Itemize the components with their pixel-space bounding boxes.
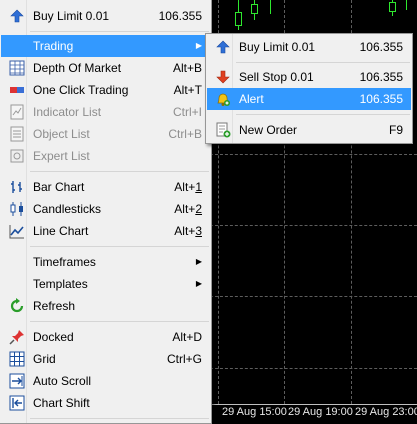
menu-item-templates[interactable]: Templates ▶ <box>1 273 210 295</box>
separator <box>236 114 410 115</box>
candle-body <box>235 12 242 26</box>
submenu-arrow-icon: ▶ <box>195 41 202 50</box>
menu-item-price: 106.355 <box>359 40 403 54</box>
menu-item-shortcut: Ctrl+I <box>172 105 202 119</box>
menu-item-shortcut: Alt+1 <box>174 180 202 194</box>
menu-item-label: Alert <box>239 92 264 106</box>
menu-item-label: Chart Shift <box>33 396 90 410</box>
separator <box>30 31 209 32</box>
separator <box>30 418 209 419</box>
menu-item-label: Candlesticks <box>33 202 102 216</box>
menu-item-label: Indicator List <box>33 105 102 119</box>
menu-item-docked[interactable]: Docked Alt+D <box>1 326 210 348</box>
new-order-icon <box>216 122 231 138</box>
menu-item-trading[interactable]: Trading ▶ <box>1 35 210 57</box>
menu-item-label: Depth Of Market <box>33 61 122 75</box>
menu-item-grid[interactable]: Grid Ctrl+G <box>1 348 210 370</box>
grid-line <box>210 225 417 226</box>
time-label: 29 Aug 19:00 <box>288 406 353 418</box>
menu-item-price: 106.355 <box>359 92 403 106</box>
menu-item-price: 106.355 <box>158 9 202 23</box>
menu-item-shortcut: Alt+2 <box>174 202 202 216</box>
menu-item-shortcut: Alt+D <box>172 330 202 344</box>
menu-item-shortcut: Ctrl+B <box>168 127 202 141</box>
menu-item-label: Buy Limit 0.01 <box>33 9 110 23</box>
menu-item-bar-chart[interactable]: Bar Chart Alt+1 <box>1 176 210 198</box>
menu-item-label: Expert List <box>33 149 90 163</box>
separator <box>236 62 410 63</box>
separator <box>30 246 209 247</box>
menu-item-label: Buy Limit 0.01 <box>239 40 316 54</box>
menu-item-expert-list[interactable]: Expert List <box>1 145 210 167</box>
time-label: 29 Aug 15:00 <box>222 406 287 418</box>
depth-of-market-icon <box>9 60 25 76</box>
grid-line <box>210 368 417 369</box>
submenu-item-buy-limit[interactable]: Buy Limit 0.01 106.355 <box>207 36 411 58</box>
menu-item-indicator-list[interactable]: Indicator List Ctrl+I <box>1 101 210 123</box>
indicator-list-icon <box>10 104 24 120</box>
menu-item-refresh[interactable]: Refresh <box>1 295 210 317</box>
pin-icon <box>9 330 24 345</box>
expert-list-icon <box>10 149 24 163</box>
menu-item-shortcut: Alt+B <box>172 61 202 75</box>
menu-item-candlesticks[interactable]: Candlesticks Alt+2 <box>1 198 210 220</box>
chart-shift-icon <box>9 395 25 411</box>
arrow-down-icon <box>216 70 230 84</box>
menu-item-label: One Click Trading <box>33 83 129 97</box>
menu-item-label: Sell Stop 0.01 <box>239 70 314 84</box>
menu-item-chart-shift[interactable]: Chart Shift <box>1 392 210 414</box>
trading-submenu: Buy Limit 0.01 106.355 Sell Stop 0.01 10… <box>205 33 413 144</box>
menu-item-object-list[interactable]: Object List Ctrl+B <box>1 123 210 145</box>
menu-item-label: Bar Chart <box>33 180 85 194</box>
line-chart-icon <box>9 225 24 239</box>
menu-item-shortcut: Alt+T <box>173 83 202 97</box>
candle-body <box>389 2 396 12</box>
menu-item-line-chart[interactable]: Line Chart Alt+3 <box>1 220 210 242</box>
menu-item-label: Object List <box>33 127 90 141</box>
menu-item-price: 106.355 <box>359 70 403 84</box>
menu-item-shortcut: F9 <box>388 123 403 137</box>
menu-item-shortcut: Alt+3 <box>174 224 202 238</box>
grid-icon <box>9 351 25 367</box>
menu-item-label: Timeframes <box>33 255 96 269</box>
separator <box>30 171 209 172</box>
submenu-item-alert[interactable]: Alert 106.355 <box>207 88 411 110</box>
candlesticks-icon <box>10 202 23 216</box>
grid-line <box>210 154 417 155</box>
separator <box>30 321 209 322</box>
time-label: 29 Aug 23:00 <box>355 406 417 418</box>
menu-item-auto-scroll[interactable]: Auto Scroll <box>1 370 210 392</box>
menu-item-label: Docked <box>33 330 74 344</box>
menu-item-label: Grid <box>33 352 56 366</box>
candle-wick <box>406 0 407 10</box>
candle-wick <box>270 0 271 14</box>
submenu-item-sell-stop[interactable]: Sell Stop 0.01 106.355 <box>207 66 411 88</box>
one-click-trading-icon <box>10 87 24 93</box>
menu-item-one-click-trading[interactable]: One Click Trading Alt+T <box>1 79 210 101</box>
arrow-up-icon <box>10 9 24 23</box>
grid-line <box>210 296 417 297</box>
candle-body <box>251 4 258 14</box>
menu-item-label: Auto Scroll <box>33 374 92 388</box>
submenu-arrow-icon: ▶ <box>195 279 202 288</box>
bar-chart-icon <box>11 181 22 193</box>
chart-context-menu: Buy Limit 0.01 106.355 Trading ▶ Depth O… <box>0 0 212 424</box>
menu-item-label: Line Chart <box>33 224 89 238</box>
arrow-up-icon <box>216 40 230 54</box>
menu-item-buy-limit[interactable]: Buy Limit 0.01 106.355 <box>1 5 210 27</box>
menu-item-label: Templates <box>33 277 88 291</box>
alert-bell-icon <box>217 93 230 106</box>
auto-scroll-icon <box>9 373 25 389</box>
menu-item-timeframes[interactable]: Timeframes ▶ <box>1 251 210 273</box>
menu-item-label: New Order <box>239 123 298 137</box>
submenu-arrow-icon: ▶ <box>195 257 202 266</box>
object-list-icon <box>10 126 24 142</box>
menu-item-label: Trading <box>33 39 74 53</box>
menu-item-label: Refresh <box>33 299 76 313</box>
refresh-icon <box>10 298 24 313</box>
menu-item-depth-of-market[interactable]: Depth Of Market Alt+B <box>1 57 210 79</box>
menu-item-shortcut: Ctrl+G <box>166 352 202 366</box>
submenu-item-new-order[interactable]: New Order F9 <box>207 119 411 141</box>
